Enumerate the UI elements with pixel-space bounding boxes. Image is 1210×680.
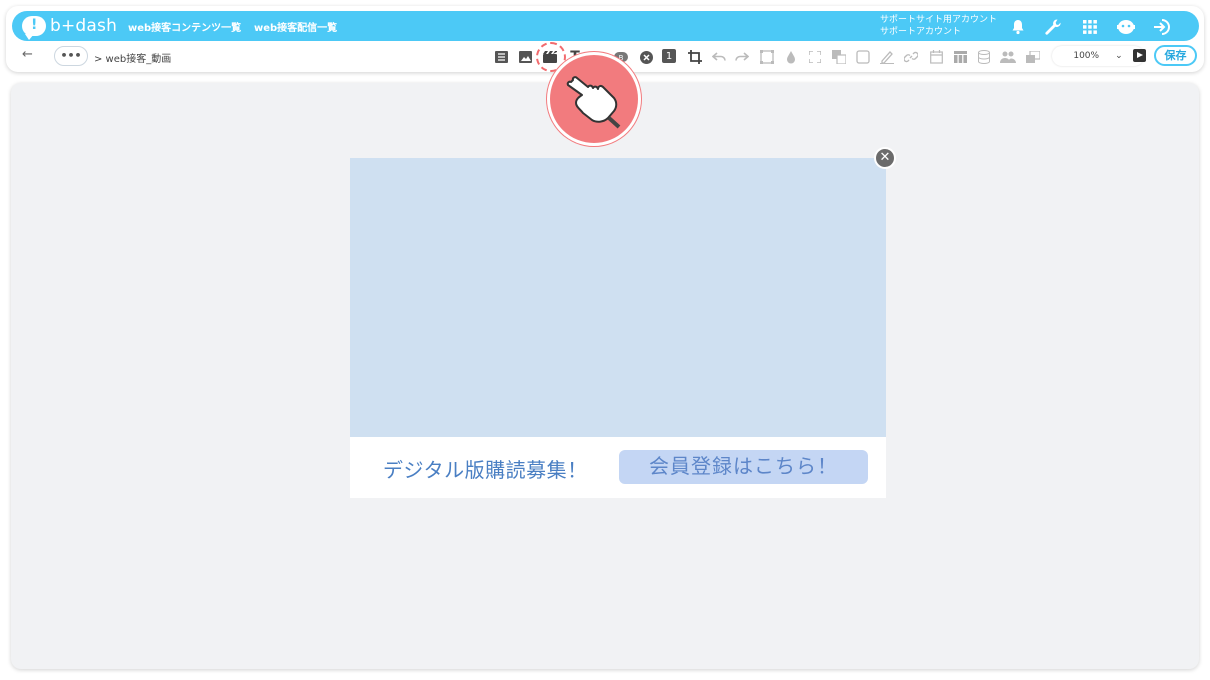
editor-canvas: デジタル版購読募集！ 会員登録はこちら！ ✕: [11, 83, 1199, 669]
fullscreen-icon[interactable]: [807, 49, 823, 65]
top-nav-bar: ! b+dash web接客コンテンツ一覧 web接客配信一覧 サポートサイト用…: [12, 11, 1199, 41]
popup-headline: デジタル版購読募集！: [383, 458, 588, 482]
undo-icon[interactable]: [711, 49, 727, 65]
popup-preview[interactable]: デジタル版購読募集！ 会員登録はこちら！: [350, 158, 886, 498]
crop-icon[interactable]: [687, 49, 703, 65]
logo-text: b+dash: [50, 16, 118, 36]
account-info[interactable]: サポートサイト用アカウント サポートアカウント: [880, 14, 997, 38]
grid-icon[interactable]: [1079, 16, 1101, 38]
cta-button[interactable]: 会員登録はこちら！: [619, 450, 868, 484]
database-icon[interactable]: [976, 49, 992, 65]
account-line1: サポートサイト用アカウント: [880, 15, 998, 25]
pointer-hand-icon: [547, 52, 641, 146]
video-area[interactable]: [350, 158, 886, 437]
layer-icon[interactable]: [831, 49, 847, 65]
number-badge-icon[interactable]: 1: [662, 49, 676, 63]
logo[interactable]: ! b+dash: [22, 15, 118, 40]
calendar-icon[interactable]: [928, 49, 944, 65]
nav-link-contents[interactable]: web接客コンテンツ一覧: [128, 19, 241, 34]
border-icon[interactable]: [855, 49, 871, 65]
logout-icon[interactable]: [1151, 16, 1173, 38]
wrench-icon[interactable]: [1042, 16, 1064, 38]
nav-link-delivery[interactable]: web接客配信一覧: [254, 19, 337, 34]
copy-icon[interactable]: [1025, 49, 1041, 65]
more-button[interactable]: •••: [54, 46, 88, 66]
preview-play-icon[interactable]: [1133, 49, 1146, 62]
save-button[interactable]: 保存: [1154, 45, 1197, 66]
table-icon[interactable]: [952, 49, 968, 65]
chevron-down-icon: ⌄: [1115, 51, 1123, 61]
color-drop-icon[interactable]: [783, 49, 799, 65]
pen-icon[interactable]: [879, 49, 895, 65]
back-arrow-icon[interactable]: ←: [22, 47, 33, 62]
redo-icon[interactable]: [734, 49, 750, 65]
link-icon[interactable]: [903, 49, 919, 65]
bell-icon[interactable]: [1007, 16, 1029, 38]
breadcrumb: > web接客_動画: [94, 54, 172, 65]
list-icon[interactable]: [493, 49, 509, 65]
bot-icon[interactable]: [1115, 16, 1137, 38]
image-icon[interactable]: [517, 49, 533, 65]
text-box-icon[interactable]: [759, 49, 775, 65]
popup-close-icon[interactable]: ✕: [874, 147, 896, 169]
users-icon[interactable]: [1000, 49, 1016, 65]
zoom-value: 100%: [1073, 51, 1100, 61]
zoom-select[interactable]: 100% ⌄: [1052, 46, 1144, 66]
logo-bubble-icon: !: [22, 16, 46, 40]
account-line2: サポートアカウント: [880, 27, 962, 37]
